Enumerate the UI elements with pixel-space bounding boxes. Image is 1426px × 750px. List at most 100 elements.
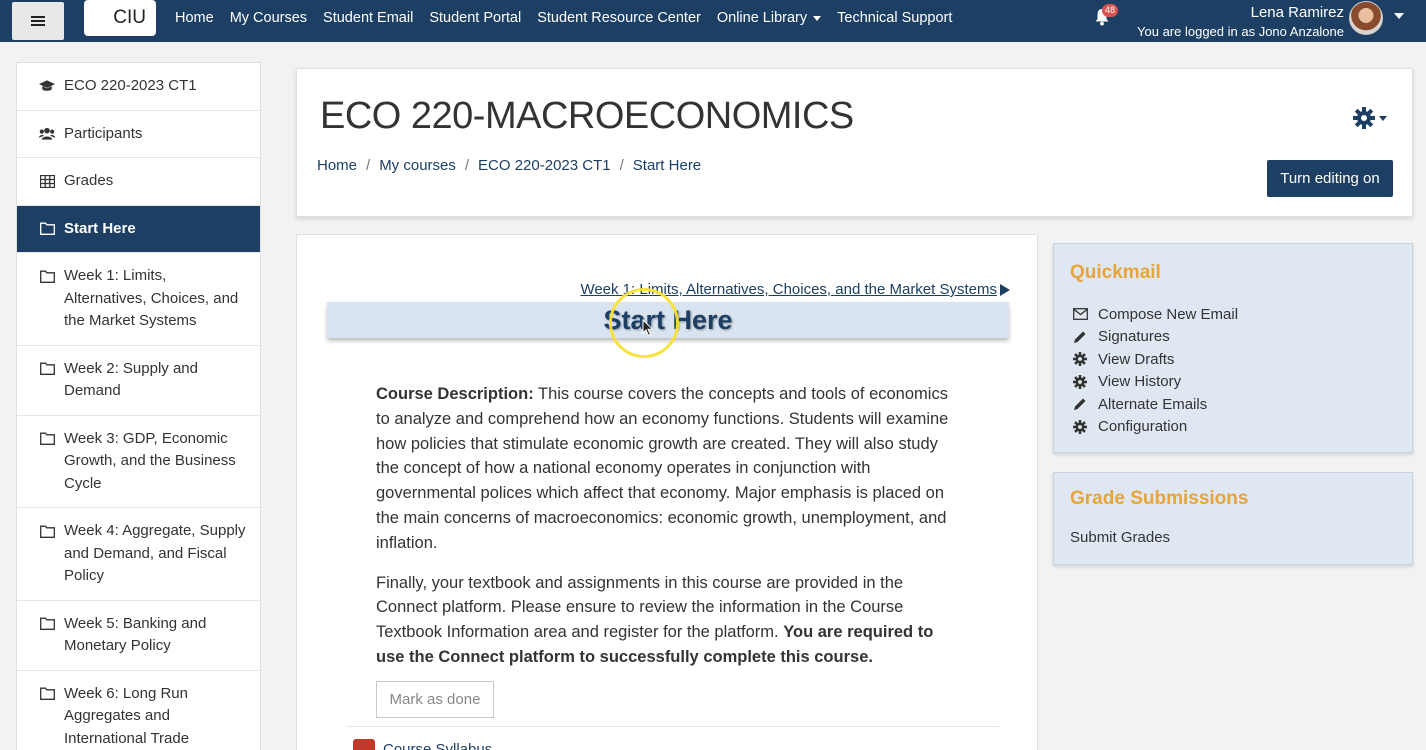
description-text: This course covers the concepts and tool…: [376, 385, 949, 552]
connect-paragraph: Finally, your textbook and assignments i…: [376, 571, 956, 670]
sidebar-item-week-1[interactable]: Week 1: Limits, Alternatives, Choices, a…: [17, 253, 260, 346]
sidebar-item-course[interactable]: ECO 220-2023 CT1: [17, 63, 260, 111]
sidebar-item-label: ECO 220-2023 CT1: [64, 77, 197, 94]
sidebar-item-label: Participants: [64, 124, 143, 142]
top-navbar: CIU Home My Courses Student Email Studen…: [0, 0, 1426, 42]
sidebar-item-week-4[interactable]: Week 4: Aggregate, Supply and Demand, an…: [17, 508, 260, 601]
table-icon: [39, 173, 55, 189]
breadcrumb-separator: /: [464, 157, 470, 174]
sidebar-item-start-here[interactable]: Start Here: [17, 205, 260, 253]
turn-editing-on-button[interactable]: Turn editing on: [1267, 160, 1393, 197]
site-logo[interactable]: CIU: [84, 0, 156, 36]
view-drafts-link[interactable]: View Drafts: [1072, 348, 1238, 371]
folder-icon: [39, 686, 55, 702]
quickmail-item-label: Compose New Email: [1098, 305, 1239, 323]
grade-submissions-block: Grade Submissions Submit Grades: [1053, 472, 1413, 565]
page-title: ECO 220-MACROECONOMICS: [320, 95, 854, 137]
sidebar-item-grades[interactable]: Grades: [17, 158, 260, 206]
pencil-icon: [1072, 329, 1088, 345]
menu-toggle-button[interactable]: [12, 2, 64, 40]
users-icon: [39, 126, 55, 142]
gear-icon: [1072, 351, 1088, 367]
quickmail-item-label: View History: [1098, 373, 1182, 391]
sidebar-item-label: Week 5: Banking and Monetary Policy: [64, 614, 207, 655]
breadcrumb: Home / My courses / ECO 220-2023 CT1 / S…: [317, 157, 701, 174]
quickmail-item-label: Alternate Emails: [1098, 395, 1208, 413]
graduation-cap-icon: [39, 78, 55, 94]
sidebar-item-label: Week 3: GDP, Economic Growth, and the Bu…: [64, 429, 236, 492]
caret-down-icon: [813, 15, 822, 21]
page-header: ECO 220-MACROECONOMICS Home / My courses…: [296, 68, 1413, 217]
signatures-link[interactable]: Signatures: [1072, 326, 1238, 349]
alternate-emails-link[interactable]: Alternate Emails: [1072, 393, 1238, 416]
sidebar-item-label: Week 1: Limits, Alternatives, Choices, a…: [64, 267, 239, 329]
nav-link-home[interactable]: Home: [175, 10, 214, 26]
mark-as-done-button[interactable]: Mark as done: [376, 681, 494, 718]
view-history-link[interactable]: View History: [1072, 371, 1238, 394]
breadcrumb-separator: /: [619, 157, 624, 174]
activity-course-syllabus[interactable]: Course Syllabus: [353, 739, 492, 750]
quickmail-title: Quickmail: [1070, 262, 1161, 283]
section-content: Week 1: Limits, Alternatives, Choices, a…: [296, 234, 1038, 750]
course-description: Course Description: This course covers t…: [376, 382, 956, 685]
quickmail-block: Quickmail Compose New Email Signatures V…: [1053, 243, 1413, 453]
folder-icon: [39, 361, 55, 377]
sidebar-item-week-6[interactable]: Week 6: Long Run Aggregates and Internat…: [17, 671, 260, 750]
pencil-icon: [1072, 396, 1088, 412]
breadcrumb-start-here[interactable]: Start Here: [633, 157, 701, 174]
folder-icon: [39, 523, 55, 539]
sidebar-item-label: Week 4: Aggregate, Supply and Demand, an…: [64, 522, 246, 584]
divider: [347, 726, 999, 727]
compose-new-email-link[interactable]: Compose New Email: [1072, 303, 1238, 326]
nav-links: Home My Courses Student Email Student Po…: [175, 0, 968, 36]
folder-icon: [39, 221, 55, 237]
sidebar-item-week-5[interactable]: Week 5: Banking and Monetary Policy: [17, 601, 260, 671]
grade-submissions-title: Grade Submissions: [1070, 488, 1249, 509]
quickmail-item-label: Signatures: [1098, 328, 1170, 346]
breadcrumb-separator: /: [366, 157, 371, 174]
course-sidebar: ECO 220-2023 CT1 Participants Grades Sta…: [16, 62, 261, 750]
configuration-link[interactable]: Configuration: [1072, 416, 1238, 439]
course-settings-menu[interactable]: [1353, 107, 1387, 129]
folder-icon: [39, 431, 55, 447]
breadcrumb-course[interactable]: ECO 220-2023 CT1: [478, 157, 611, 174]
folder-icon: [39, 616, 55, 632]
notification-badge: 48: [1102, 4, 1119, 17]
description-paragraph: Course Description: This course covers t…: [376, 382, 956, 556]
mouse-cursor-icon: [642, 319, 654, 337]
nav-link-student-portal[interactable]: Student Portal: [429, 10, 521, 26]
gear-icon: [1072, 419, 1088, 435]
description-label: Course Description:: [376, 385, 534, 403]
pdf-icon: [353, 739, 375, 750]
user-menu-caret-icon[interactable]: [1394, 13, 1404, 19]
hamburger-icon: [31, 16, 45, 26]
logo-text: CIU: [113, 7, 146, 28]
folder-icon: [39, 268, 55, 284]
sidebar-item-week-2[interactable]: Week 2: Supply and Demand: [17, 346, 260, 416]
sidebar-item-label: Week 2: Supply and Demand: [64, 359, 198, 400]
nav-link-my-courses[interactable]: My Courses: [230, 10, 307, 26]
user-name[interactable]: Lena Ramirez: [1251, 4, 1344, 21]
gear-icon: [1072, 374, 1088, 390]
nav-link-student-resource-center[interactable]: Student Resource Center: [537, 10, 701, 26]
sidebar-item-label: Grades: [64, 172, 114, 189]
breadcrumb-my-courses[interactable]: My courses: [379, 157, 456, 174]
sidebar-item-week-3[interactable]: Week 3: GDP, Economic Growth, and the Bu…: [17, 416, 260, 508]
nav-link-online-library[interactable]: Online Library: [717, 10, 822, 26]
sidebar-item-label: Week 6: Long Run Aggregates and Internat…: [64, 684, 190, 747]
gear-icon: [1353, 107, 1375, 129]
quickmail-item-label: Configuration: [1098, 418, 1188, 436]
activity-label: Course Syllabus: [383, 740, 493, 750]
caret-down-icon: [1379, 115, 1387, 121]
avatar[interactable]: [1349, 1, 1383, 35]
sidebar-item-label: Start Here: [64, 219, 136, 237]
nav-link-student-email[interactable]: Student Email: [323, 10, 413, 26]
breadcrumb-home[interactable]: Home: [317, 157, 357, 174]
logged-in-as-text: You are logged in as Jono Anzalone: [1137, 24, 1344, 39]
play-arrow-icon: [1000, 283, 1010, 296]
quickmail-item-label: View Drafts: [1098, 350, 1175, 368]
quickmail-list: Compose New Email Signatures View Drafts…: [1072, 303, 1238, 438]
submit-grades-link[interactable]: Submit Grades: [1070, 529, 1170, 546]
nav-link-technical-support[interactable]: Technical Support: [837, 10, 952, 26]
sidebar-item-participants[interactable]: Participants: [17, 111, 260, 158]
